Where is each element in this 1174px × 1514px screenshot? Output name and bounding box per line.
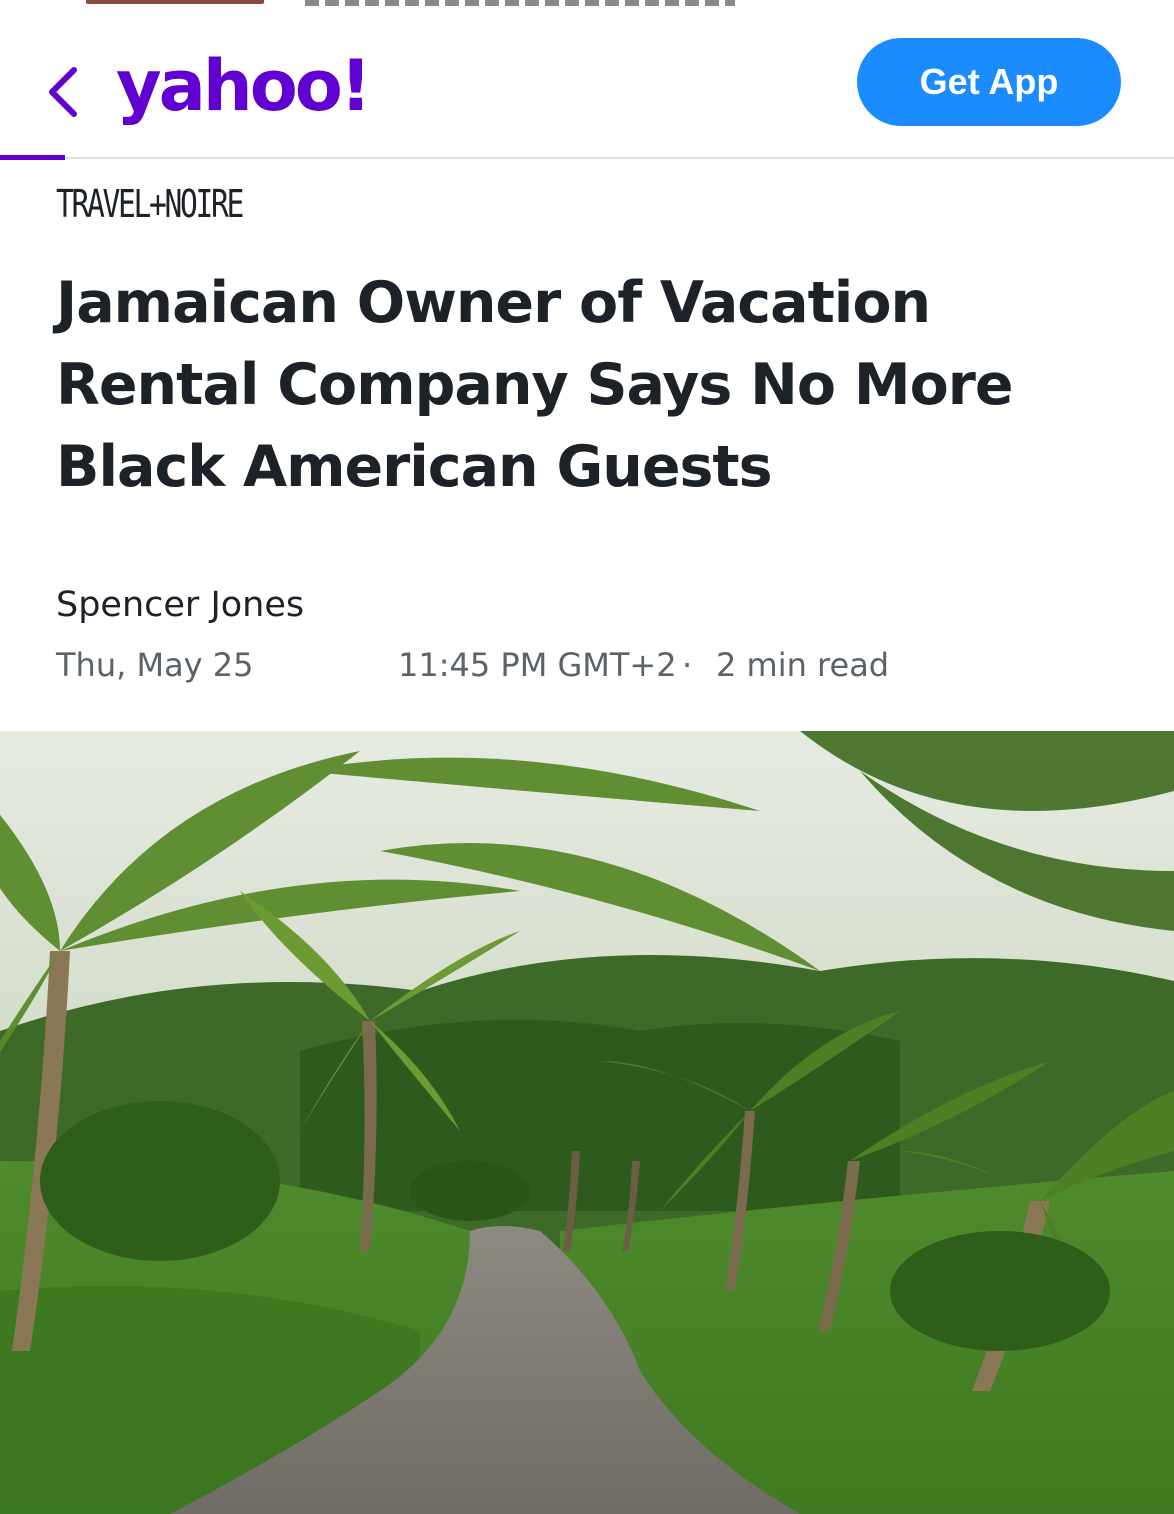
article-page: yahoo! Get App TRAVEL+NOIRE Jamaican Own…: [0, 0, 1174, 1514]
previous-thumbnail: [86, 0, 264, 4]
article-headline: Jamaican Owner of Vacation Rental Compan…: [56, 270, 1014, 500]
get-app-button[interactable]: Get App: [857, 38, 1121, 126]
chevron-left-icon[interactable]: [40, 60, 84, 124]
publish-time: 11:45 PM GMT+2: [398, 646, 677, 684]
palm-road-illustration: [0, 731, 1174, 1514]
hero-image[interactable]: [0, 731, 1174, 1514]
header-divider: [0, 157, 1174, 159]
article-meta: Thu, May 25 11:45 PM GMT+2 · 2 min read: [56, 640, 1116, 690]
publisher-logo[interactable]: TRAVEL+NOIRE: [56, 178, 244, 230]
clipped-text: [305, 0, 735, 6]
app-header: yahoo! Get App: [0, 12, 1174, 158]
yahoo-logo[interactable]: yahoo!: [116, 38, 372, 134]
publish-date: Thu, May 25: [56, 646, 254, 684]
previous-content-strip: [0, 0, 1174, 12]
meta-separator: ·: [682, 646, 693, 684]
read-time: 2 min read: [716, 646, 890, 684]
reading-progress-bar: [0, 155, 65, 160]
author-name[interactable]: Spencer Jones: [56, 580, 304, 630]
